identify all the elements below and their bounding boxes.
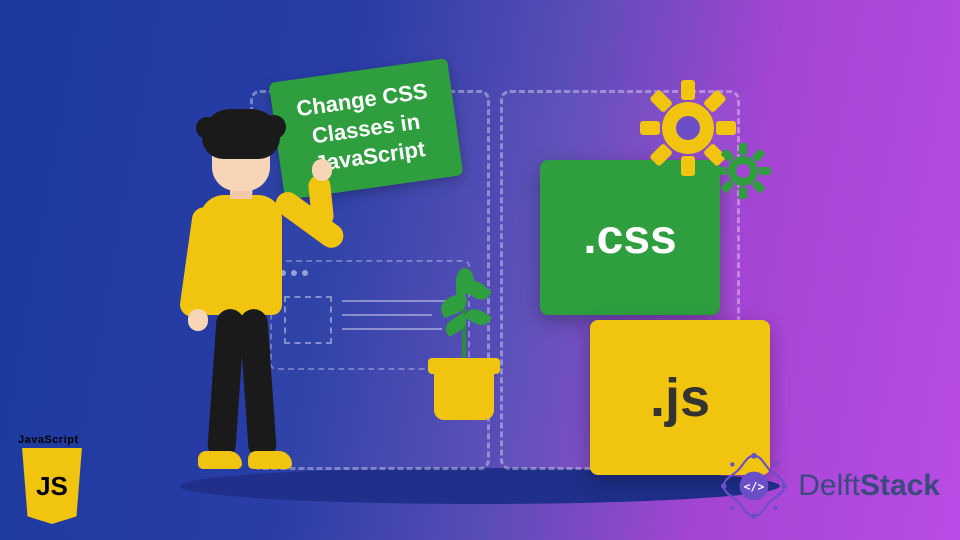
javascript-logo: JavaScript JS — [18, 434, 98, 524]
brand-logo: </> DelftStack — [718, 450, 940, 522]
brand-name: DelftStack — [798, 469, 940, 503]
js-shield-icon: JS — [18, 448, 86, 524]
css-card-label: .css — [583, 210, 676, 265]
brand-badge-icon: </> — [718, 450, 790, 522]
js-card-label: .js — [650, 367, 710, 429]
gear-icon-small — [714, 142, 772, 200]
svg-text:</>: </> — [744, 479, 765, 493]
plant-illustration — [434, 370, 494, 420]
person-illustration — [168, 115, 318, 475]
css-card: .css — [540, 160, 720, 315]
js-logo-label: JavaScript — [18, 434, 98, 446]
